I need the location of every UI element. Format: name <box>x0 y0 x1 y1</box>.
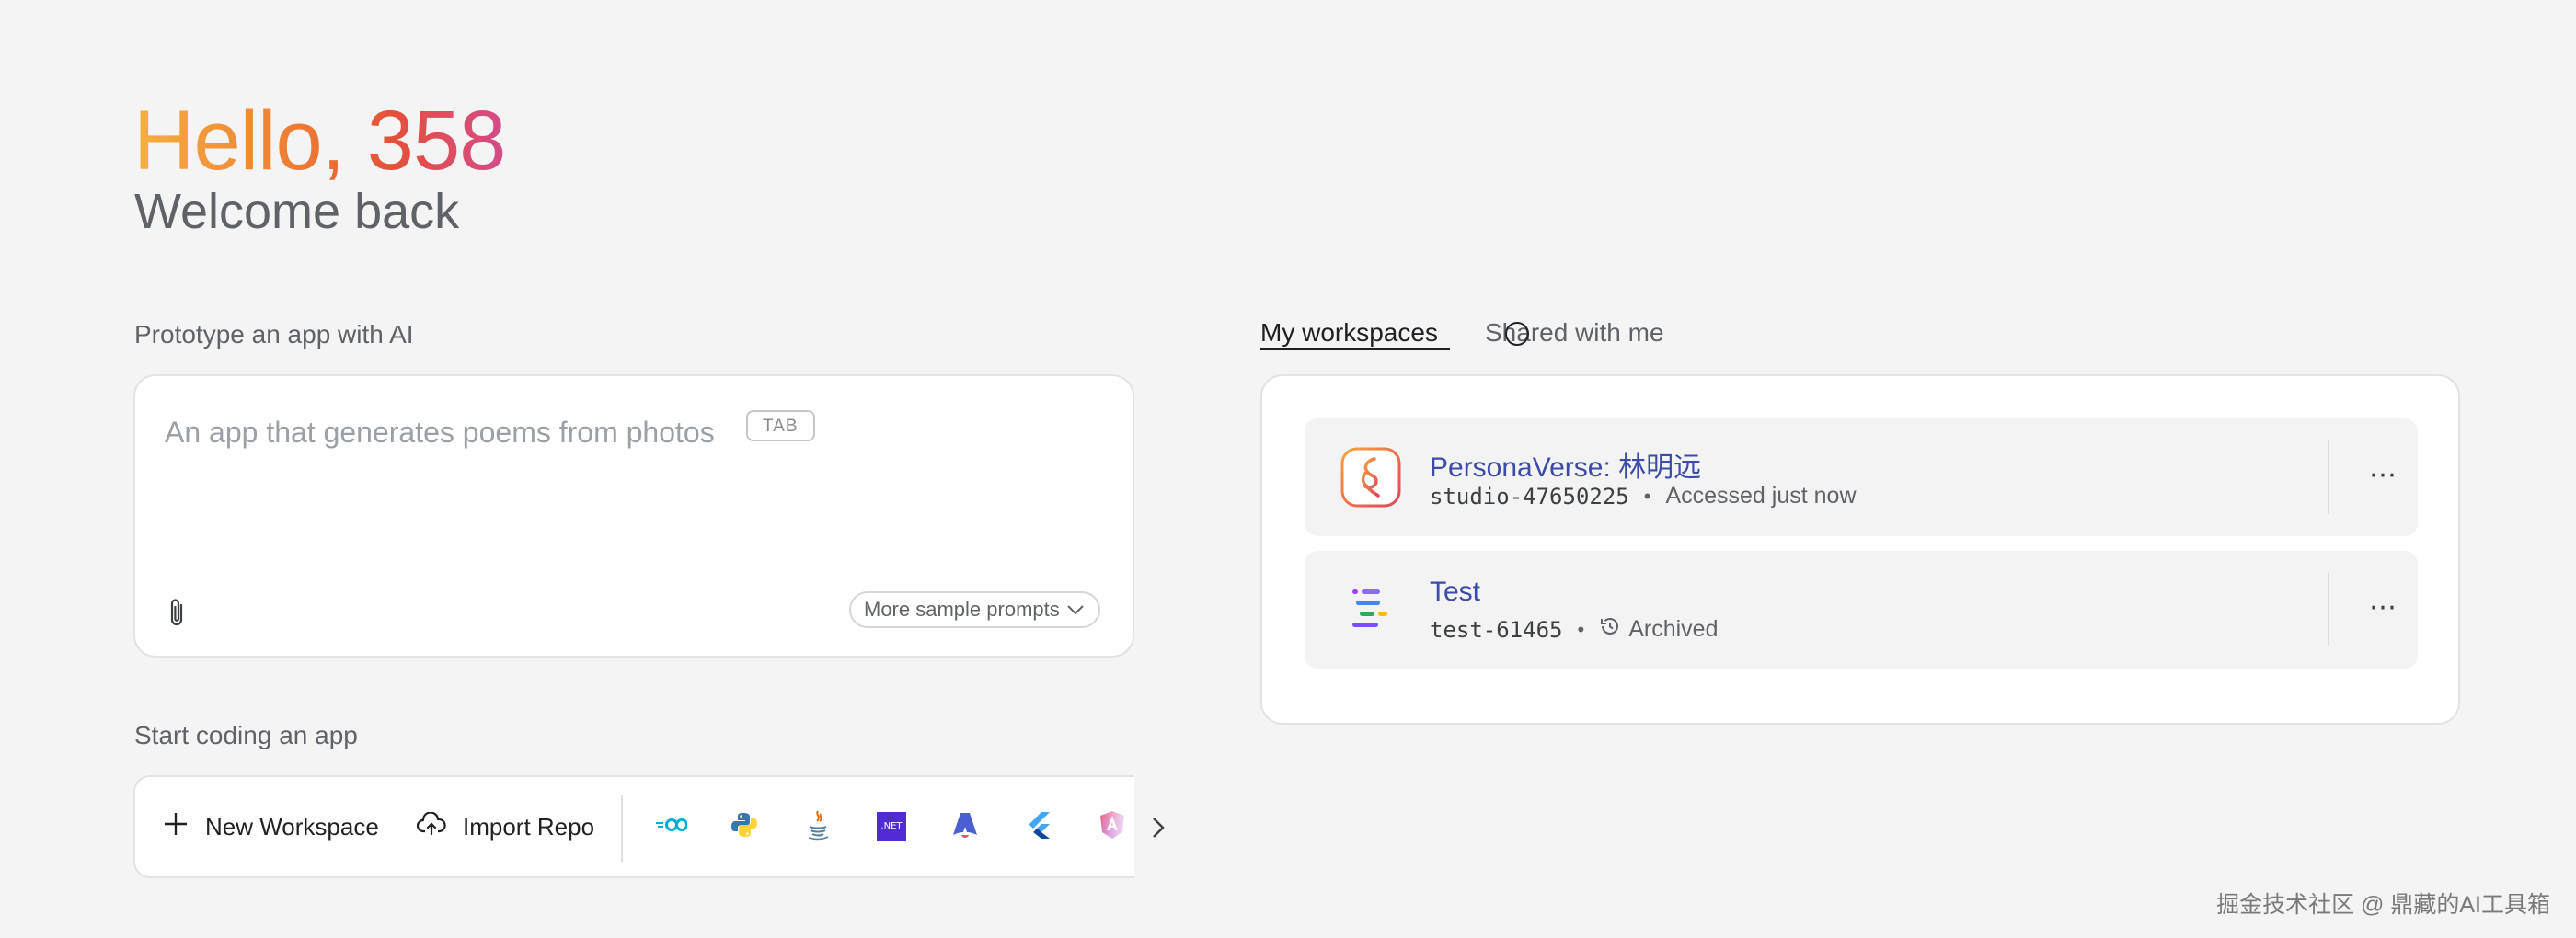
go-icon <box>654 816 688 839</box>
more-options-button[interactable]: ⋯ <box>2363 455 2403 496</box>
row-divider <box>2328 440 2329 514</box>
dotnet-icon: .NET <box>877 812 906 841</box>
import-repo-button[interactable]: Import Repo <box>416 777 595 876</box>
more-horizontal-icon: ⋯ <box>2369 460 2397 490</box>
python-icon <box>730 810 759 844</box>
astro-icon <box>951 810 979 844</box>
new-workspace-label: New Workspace <box>205 812 379 841</box>
greeting-hello: Hello, 358 <box>133 90 506 191</box>
workspace-item-personaverse[interactable]: PersonaVerse: 林明远 studio-47650225 • Acce… <box>1305 418 2418 536</box>
tab-my-workspaces[interactable]: My workspaces <box>1260 318 1438 348</box>
more-sample-prompts-button[interactable]: More sample prompts <box>849 591 1100 628</box>
import-repo-label: Import Repo <box>463 812 595 841</box>
workspace-meta: studio-47650225 • Accessed just now <box>1430 483 1857 509</box>
template-python[interactable] <box>726 808 763 845</box>
history-icon <box>1599 615 1621 644</box>
template-flutter[interactable] <box>1020 808 1057 845</box>
meta-separator-dot: • <box>1643 484 1651 508</box>
watermark-text: 掘金技术社区 @ 鼎藏的AI工具箱 <box>2216 892 2550 918</box>
template-dotnet[interactable]: .NET <box>873 808 910 845</box>
cloud-upload-icon <box>416 810 446 842</box>
dotnet-label: .NET <box>880 821 903 831</box>
personaverse-icon <box>1340 446 1402 509</box>
toolbar-fade <box>1079 777 1134 876</box>
workspace-meta: test-61465 • Archived <box>1430 615 1718 644</box>
more-horizontal-icon: ⋯ <box>2369 592 2397 623</box>
workspace-status-text: Accessed just now <box>1665 483 1857 509</box>
template-java[interactable] <box>799 808 836 845</box>
workspace-item-test[interactable]: Test test-61465 • Archived ⋯ <box>1305 551 2418 669</box>
workspace-status: Archived <box>1599 615 1718 644</box>
prompt-input[interactable] <box>163 404 1087 461</box>
prototype-title: Prototype an app with AI <box>134 320 414 349</box>
coding-bar: New Workspace Import Repo .NET <box>133 775 1134 878</box>
loading-circle-icon[interactable] <box>1505 322 1529 346</box>
attach-icon[interactable] <box>165 597 190 630</box>
java-icon <box>804 809 832 845</box>
workspace-name[interactable]: PersonaVerse: 林明远 <box>1430 444 1701 485</box>
project-bars-icon <box>1340 578 1402 641</box>
workspace-list: PersonaVerse: 林明远 studio-47650225 • Acce… <box>1260 374 2460 725</box>
chevron-down-icon <box>1065 593 1086 626</box>
workspace-status: Accessed just now <box>1665 483 1856 509</box>
row-divider <box>2328 573 2329 646</box>
new-workspace-button[interactable]: New Workspace <box>163 777 379 876</box>
more-options-button[interactable]: ⋯ <box>2363 588 2403 628</box>
toolbar-divider <box>621 795 623 862</box>
greeting-welcome: Welcome back <box>134 184 460 239</box>
workspace-id: studio-47650225 <box>1430 483 1629 509</box>
meta-separator-dot: • <box>1577 617 1585 641</box>
coding-title: Start coding an app <box>134 721 358 749</box>
tab-hint-badge: TAB <box>746 410 815 441</box>
workspace-id: test-61465 <box>1430 616 1563 643</box>
prompt-card: TAB More sample prompts <box>133 374 1134 658</box>
flutter-icon <box>1026 810 1052 844</box>
template-astro[interactable] <box>947 808 983 845</box>
chevron-right-icon[interactable] <box>1144 807 1172 848</box>
more-sample-prompts-label: More sample prompts <box>864 598 1060 621</box>
tab-active-underline <box>1260 348 1450 350</box>
workspace-status-text: Archived <box>1628 616 1719 642</box>
template-go[interactable] <box>652 808 689 845</box>
workspace-name[interactable]: Test <box>1430 577 1480 608</box>
plus-icon <box>163 811 189 843</box>
